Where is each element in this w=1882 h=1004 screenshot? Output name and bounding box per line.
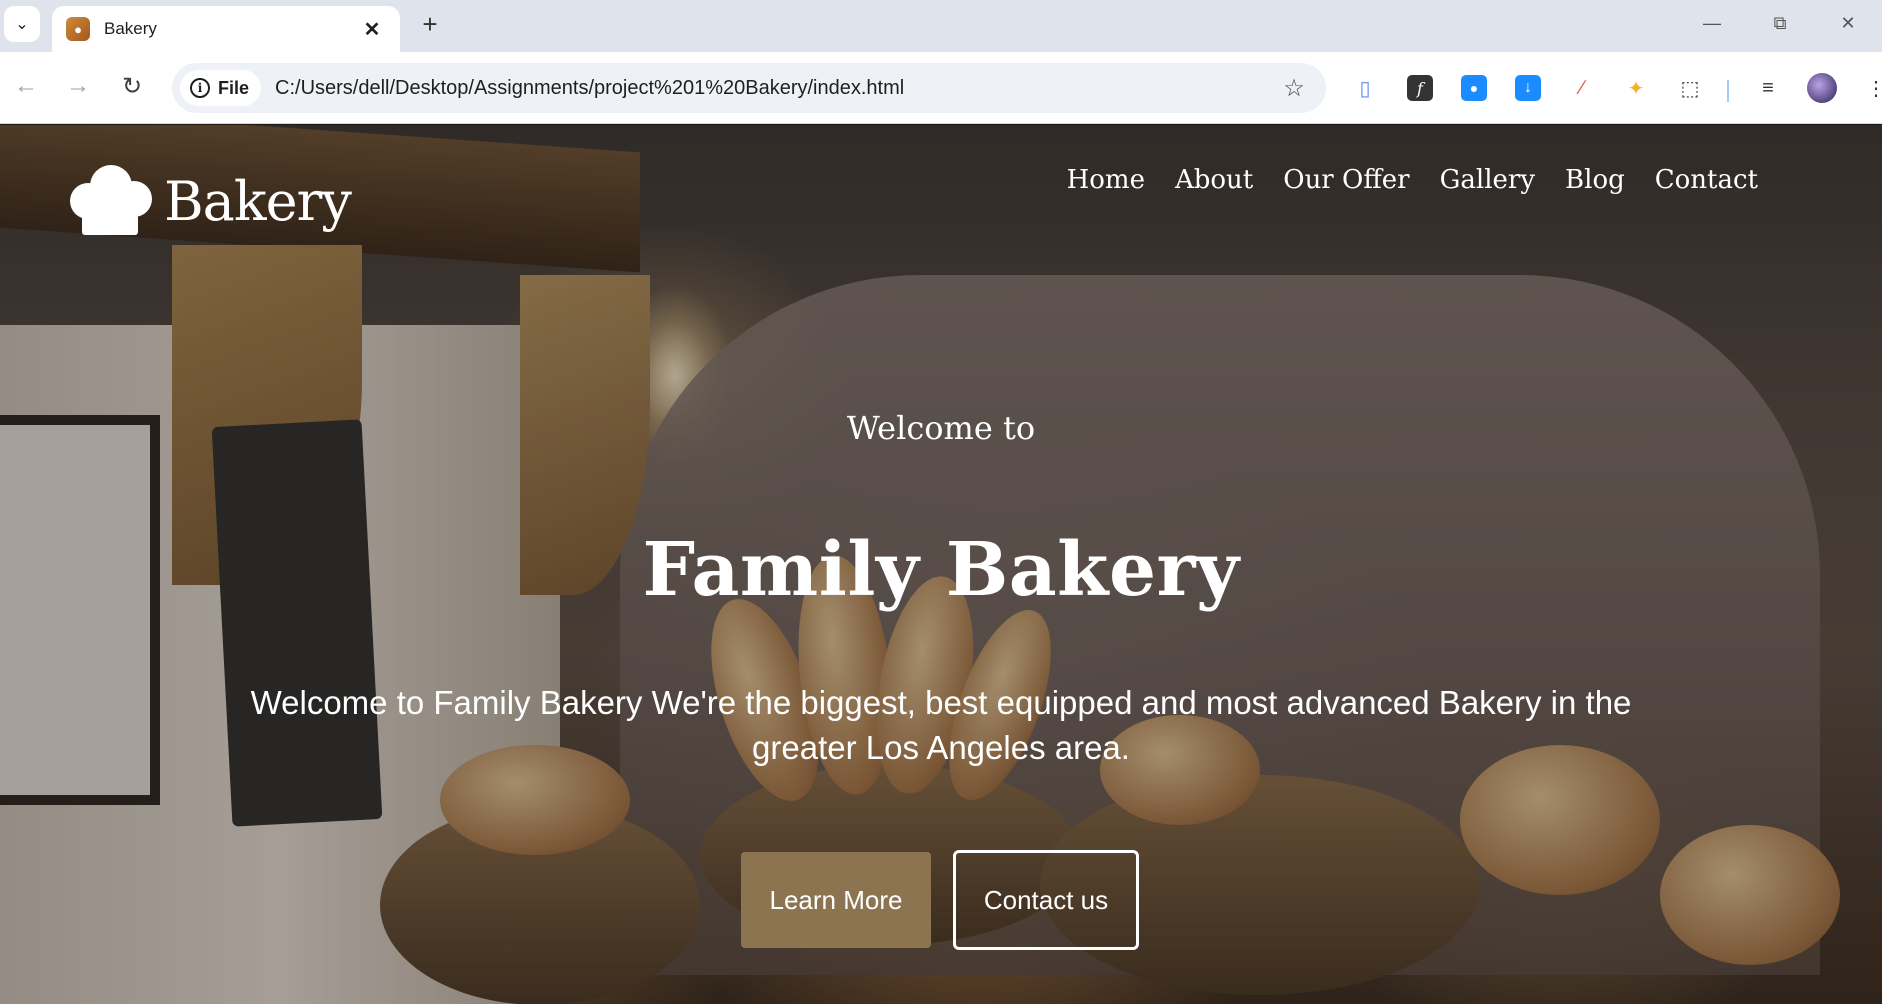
back-arrow-icon[interactable]: ← xyxy=(6,66,46,106)
learn-more-button[interactable]: Learn More xyxy=(741,852,931,948)
window-controls: — ⧉ ✕ xyxy=(1678,0,1882,46)
color-picker-extension-icon[interactable]: ● xyxy=(1454,68,1494,108)
browser-toolbar: ← → ↻ i File C:/Users/dell/Desktop/Assig… xyxy=(0,52,1882,124)
tab-title: Bakery xyxy=(104,19,157,38)
device-extension-icon[interactable]: ▯ xyxy=(1345,68,1385,108)
address-bar[interactable]: i File C:/Users/dell/Desktop/Assignments… xyxy=(172,63,1326,113)
nav-link-gallery[interactable]: Gallery xyxy=(1440,165,1535,195)
toolbar-divider xyxy=(1727,80,1729,102)
eyedropper-extension-icon[interactable]: ∕ xyxy=(1562,68,1602,108)
hero-headline: Family Bakery xyxy=(642,527,1240,613)
nav-link-our-offer[interactable]: Our Offer xyxy=(1283,165,1409,195)
fonts-extension-icon[interactable]: f xyxy=(1400,68,1440,108)
nav-link-blog[interactable]: Blog xyxy=(1565,165,1625,195)
tab-search-chevron-down-icon[interactable]: ⌄ xyxy=(4,6,40,42)
download-extension-icon[interactable]: ↓ xyxy=(1508,68,1548,108)
window-close-icon[interactable]: ✕ xyxy=(1814,0,1882,46)
puzzle-extensions-icon[interactable]: ⬚ xyxy=(1670,68,1710,108)
reload-icon[interactable]: ↻ xyxy=(112,66,152,106)
chef-hat-icon xyxy=(66,165,154,237)
hero-section: Bakery Home About Our Offer Gallery Blog… xyxy=(0,125,1882,1004)
site-info-chip[interactable]: i File xyxy=(180,70,262,106)
restore-icon[interactable]: ⧉ xyxy=(1746,0,1814,46)
contact-us-button[interactable]: Contact us xyxy=(953,850,1139,950)
bookmark-star-icon[interactable]: ☆ xyxy=(1274,74,1314,103)
highlighter-extension-icon[interactable]: ✦ xyxy=(1616,68,1656,108)
site-logo[interactable]: Bakery xyxy=(66,165,352,237)
new-tab-plus-icon[interactable]: + xyxy=(414,8,446,40)
nav-link-contact[interactable]: Contact xyxy=(1655,165,1758,195)
nav-link-home[interactable]: Home xyxy=(1067,165,1145,195)
hero-tagline: Welcome to Family Bakery We're the bigge… xyxy=(250,684,1632,766)
info-icon: i xyxy=(190,78,210,98)
site-nav: Home About Our Offer Gallery Blog Contac… xyxy=(1067,165,1758,195)
browser-tab-bakery[interactable]: ● Bakery ✕ xyxy=(52,6,400,52)
minimize-icon[interactable]: — xyxy=(1678,0,1746,46)
tab-close-icon[interactable]: ✕ xyxy=(358,15,386,43)
nav-link-about[interactable]: About xyxy=(1175,165,1253,195)
media-control-icon[interactable]: ≡ xyxy=(1748,68,1788,108)
hero-welcome: Welcome to xyxy=(846,409,1036,447)
forward-arrow-icon[interactable]: → xyxy=(58,66,98,106)
profile-avatar-icon[interactable] xyxy=(1802,68,1842,108)
url-text[interactable]: C:/Users/dell/Desktop/Assignments/projec… xyxy=(275,77,1274,100)
bakery-favicon-icon: ● xyxy=(66,17,90,41)
browser-tabstrip: ⌄ ● Bakery ✕ + — ⧉ ✕ xyxy=(0,0,1882,52)
site-chip-label: File xyxy=(218,77,250,98)
brand-name: Bakery xyxy=(164,169,352,233)
more-menu-icon[interactable]: ⋮ xyxy=(1856,68,1882,108)
